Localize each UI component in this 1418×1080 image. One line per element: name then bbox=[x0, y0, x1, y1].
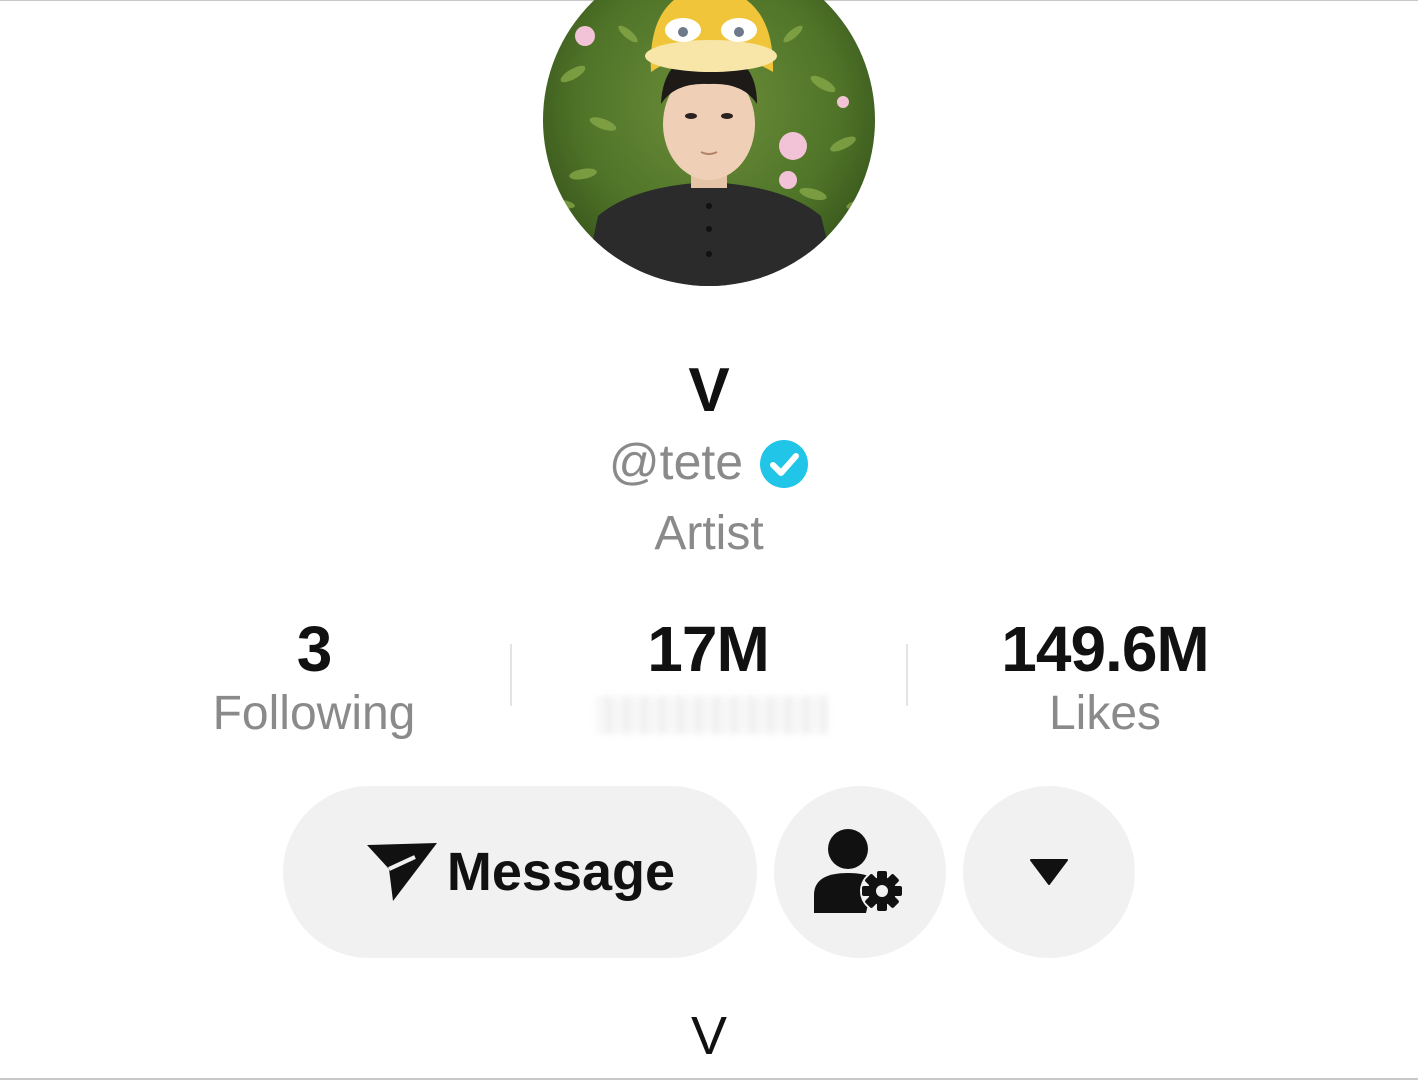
profile-avatar[interactable] bbox=[543, 0, 875, 286]
following-label: Following bbox=[212, 687, 416, 740]
stat-divider bbox=[510, 644, 512, 706]
verified-badge-icon bbox=[759, 439, 809, 489]
more-options-button[interactable] bbox=[963, 786, 1135, 958]
caret-down-icon bbox=[1030, 859, 1068, 885]
followers-label-redacted bbox=[596, 696, 828, 734]
display-name: V bbox=[688, 356, 730, 425]
stat-divider bbox=[906, 644, 908, 706]
stat-followers[interactable]: 17M bbox=[538, 612, 878, 686]
stat-likes[interactable]: 149.6M Likes bbox=[935, 612, 1275, 742]
likes-label: Likes bbox=[1048, 687, 1162, 740]
friend-settings-button[interactable] bbox=[774, 786, 946, 958]
following-count: 3 bbox=[296, 613, 333, 685]
send-icon bbox=[366, 843, 437, 901]
username-handle: @tete bbox=[608, 434, 744, 490]
stat-following[interactable]: 3 Following bbox=[144, 612, 484, 742]
followers-count: 17M bbox=[647, 613, 770, 685]
profile-bio: Artist bbox=[654, 507, 764, 560]
handle-row: @tete bbox=[0, 432, 1418, 492]
likes-count: 149.6M bbox=[1001, 613, 1209, 685]
message-button[interactable]: Message bbox=[283, 786, 757, 958]
footer-text: V bbox=[690, 1006, 728, 1066]
person-gear-icon bbox=[814, 829, 904, 913]
message-label: Message bbox=[446, 842, 676, 902]
